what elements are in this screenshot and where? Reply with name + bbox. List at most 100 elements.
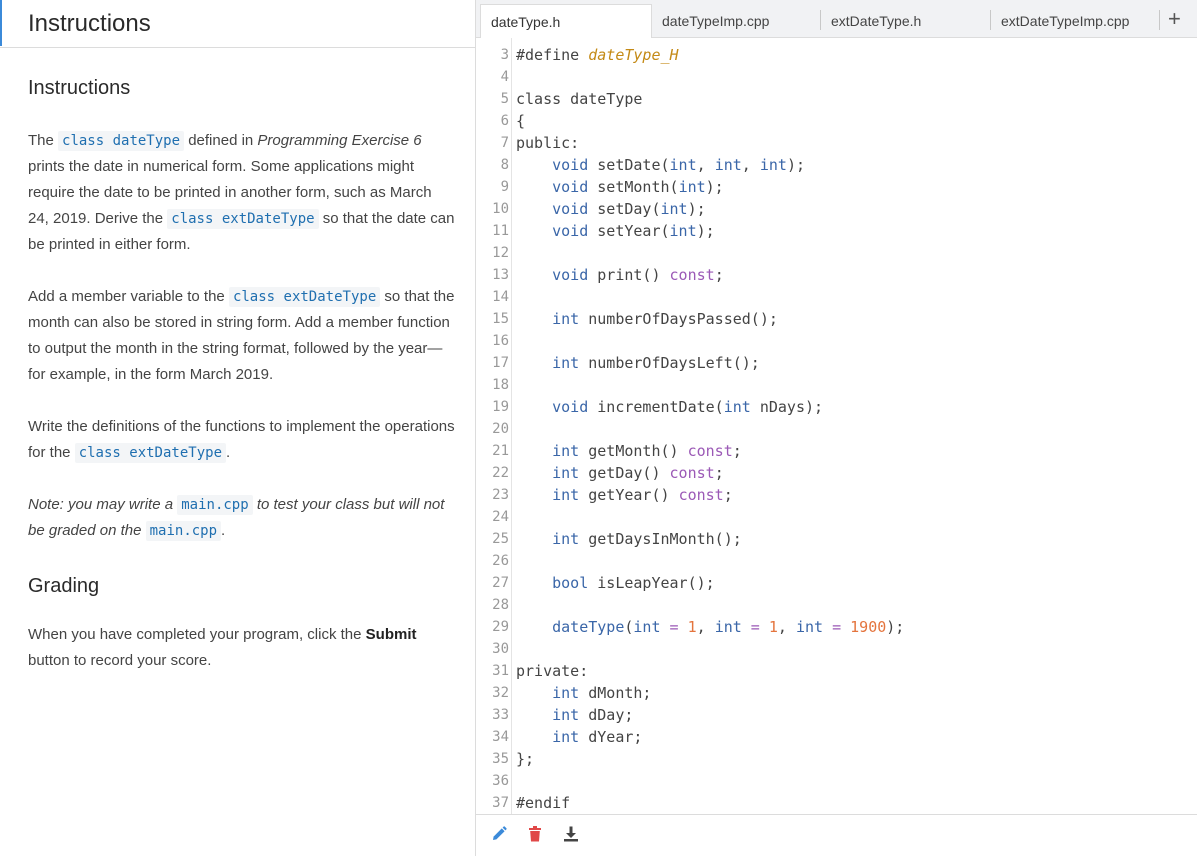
code-token: setMonth(	[588, 178, 679, 196]
code-token: ,	[741, 156, 760, 174]
text: .	[221, 522, 226, 539]
tab-extdatetype-h[interactable]: extDateType.h	[821, 4, 991, 38]
inline-code: main.cpp	[177, 495, 253, 515]
download-icon[interactable]	[562, 825, 580, 843]
line-number: 9	[500, 179, 509, 195]
instructions-panel: Instructions Instructions The class date…	[0, 0, 476, 856]
code-text: void setMonth(int);	[516, 176, 724, 198]
code-text: bool isLeapYear();	[516, 572, 715, 594]
code-token: class dateType	[516, 90, 643, 108]
code-text: void incrementDate(int nDays);	[516, 396, 823, 418]
file-tab-bar: dateType.h dateTypeImp.cpp extDateType.h…	[476, 0, 1197, 38]
line-number: 7	[500, 135, 509, 151]
emphasis-text: Programming Exercise 6	[257, 132, 422, 149]
line-number: 31	[492, 663, 509, 679]
code-token: ,	[696, 618, 715, 636]
line-number: 30	[492, 641, 509, 657]
line-number: 13	[492, 267, 509, 283]
instructions-paragraph-2: Add a member variable to the class extDa…	[28, 284, 456, 388]
code-editor-panel: dateType.h dateTypeImp.cpp extDateType.h…	[476, 0, 1197, 856]
line-number: 25	[492, 531, 509, 547]
code-token: int	[552, 486, 580, 504]
code-area[interactable]: 3 #define dateType_H 4 5 class dateType 6 {7 pu…	[476, 38, 1197, 814]
code-token: const	[669, 464, 715, 482]
code-token: );	[786, 156, 805, 174]
code-token: int	[633, 618, 661, 636]
code-token: dYear;	[579, 728, 643, 746]
code-token: );	[705, 178, 724, 196]
tab-separator	[1159, 10, 1160, 30]
pencil-icon[interactable]	[490, 825, 508, 843]
code-token: );	[886, 618, 905, 636]
line-number: 20	[492, 421, 509, 437]
code-text: public:	[516, 132, 579, 154]
code-text: int getMonth() const;	[516, 440, 742, 462]
code-text: #define dateType_H	[516, 44, 679, 66]
code-token: =	[823, 618, 851, 636]
code-token: #define	[516, 46, 589, 64]
add-file-button[interactable]: +	[1168, 6, 1181, 32]
line-number: 6	[500, 113, 509, 129]
code-token: int	[669, 156, 697, 174]
code-token: int	[714, 618, 742, 636]
code-token: {	[516, 112, 526, 130]
code-token: =	[660, 618, 688, 636]
code-text: void setDate(int, int, int);	[516, 154, 805, 176]
tab-datetype-h[interactable]: dateType.h	[480, 4, 652, 38]
inline-code: class dateType	[58, 131, 185, 151]
instructions-content: Instructions The class dateType defined …	[28, 74, 456, 674]
line-number: 34	[492, 729, 509, 745]
code-token: 1	[768, 618, 778, 636]
line-number: 18	[492, 377, 509, 393]
trash-icon[interactable]	[526, 825, 544, 843]
text: button to record your score.	[28, 652, 212, 669]
code-text: };	[516, 748, 534, 770]
tab-extdatetypeimp-cpp[interactable]: extDateTypeImp.cpp	[991, 4, 1159, 38]
code-token: void	[552, 178, 589, 196]
code-token: void	[552, 222, 589, 240]
line-number: 33	[492, 707, 509, 723]
line-number: 5	[500, 91, 509, 107]
code-token: };	[516, 750, 535, 768]
code-token: int	[795, 618, 824, 636]
code-text: int dYear;	[516, 726, 642, 748]
panel-accent-bar	[0, 0, 2, 46]
code-token: int	[552, 464, 580, 482]
code-token: getYear()	[579, 486, 679, 504]
grading-paragraph: When you have completed your program, cl…	[28, 622, 456, 674]
line-number: 32	[492, 685, 509, 701]
code-token: private:	[516, 662, 589, 680]
code-token: int	[669, 222, 697, 240]
code-text: void print() const;	[516, 264, 724, 286]
code-text: void setYear(int);	[516, 220, 715, 242]
code-token: void	[552, 398, 589, 416]
code-token: dateType_H	[588, 46, 679, 64]
line-number: 10	[492, 201, 509, 217]
code-token: void	[552, 200, 589, 218]
code-token: int	[552, 354, 580, 372]
code-token: const	[669, 266, 715, 284]
inline-code: main.cpp	[145, 521, 222, 541]
note-text: Note: you may write a	[28, 496, 178, 513]
tab-datetypeimp-cpp[interactable]: dateTypeImp.cpp	[652, 4, 820, 38]
line-number: 26	[492, 553, 509, 569]
line-number: 17	[492, 355, 509, 371]
code-token: getDay()	[579, 464, 670, 482]
code-token: ;	[714, 464, 724, 482]
code-token: numberOfDaysPassed();	[579, 310, 778, 328]
code-text: int dDay;	[516, 704, 633, 726]
panel-divider	[0, 47, 476, 48]
code-text: private:	[516, 660, 588, 682]
